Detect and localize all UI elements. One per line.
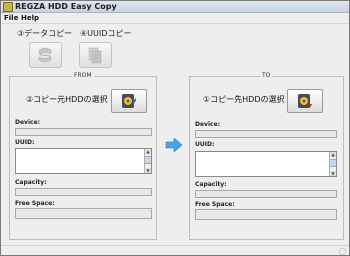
to-uuid-label: UUID: [195, 141, 215, 148]
uuid-copy-label: ④UUIDコピー [80, 29, 132, 38]
to-select-hdd-button[interactable] [287, 89, 323, 113]
from-uuid-textarea[interactable]: ▲ ▼ [15, 148, 152, 174]
app-window: REGZA HDD Easy Copy File Help ③データコピー ④U… [0, 0, 350, 256]
status-bar [1, 245, 349, 255]
uuid-copy-button[interactable] [79, 42, 112, 68]
scroll-down-icon[interactable]: ▼ [330, 171, 336, 176]
menu-bar: File Help [1, 13, 349, 24]
from-uuid-scrollbar[interactable]: ▲ ▼ [144, 149, 151, 173]
uuid-copy-icon [88, 47, 102, 64]
data-copy-label: ③データコピー [17, 29, 73, 38]
scroll-up-icon[interactable]: ▲ [145, 149, 151, 154]
to-free-space-field [195, 209, 337, 220]
from-select-label: ②コピー元HDDの選択 [26, 95, 108, 104]
data-copy-button[interactable] [29, 42, 62, 68]
from-uuid-label: UUID: [15, 139, 35, 146]
scroll-up-icon[interactable]: ▲ [330, 152, 336, 157]
window-title: REGZA HDD Easy Copy [15, 2, 117, 11]
to-device-field [195, 130, 337, 138]
from-panel: FROM ②コピー元HDDの選択 Device: UUID: ▲ ▼ Capac… [9, 72, 157, 240]
to-panel-title: TO [260, 72, 273, 79]
from-select-hdd-button[interactable] [111, 89, 147, 113]
to-uuid-scrollbar[interactable]: ▲ ▼ [329, 152, 336, 176]
to-capacity-field [195, 190, 337, 198]
to-uuid-textarea[interactable]: ▲ ▼ [195, 151, 337, 177]
to-panel: TO ①コピー先HDDの選択 Device: UUID: ▲ ▼ Capacit… [189, 72, 344, 240]
menu-help[interactable]: Help [21, 13, 39, 23]
arrow-right-icon [165, 138, 183, 152]
data-copy-icon [38, 47, 52, 63]
menu-file[interactable]: File [4, 13, 18, 23]
from-free-space-field [15, 208, 152, 219]
from-capacity-field [15, 188, 152, 196]
from-free-space-label: Free Space: [15, 200, 55, 207]
resize-grip-icon[interactable] [339, 248, 346, 255]
to-device-label: Device: [195, 121, 221, 128]
hdd-upload-icon [122, 94, 136, 108]
from-panel-title: FROM [72, 72, 94, 79]
to-free-space-label: Free Space: [195, 201, 235, 208]
scroll-thumb[interactable] [145, 156, 151, 164]
to-capacity-label: Capacity: [195, 181, 227, 188]
from-device-label: Device: [15, 119, 41, 126]
hdd-download-icon [298, 94, 312, 108]
from-device-field [15, 128, 152, 136]
from-capacity-label: Capacity: [15, 179, 47, 186]
scroll-down-icon[interactable]: ▼ [145, 168, 151, 173]
title-bar: REGZA HDD Easy Copy [1, 1, 349, 13]
app-icon [3, 2, 13, 12]
to-select-label: ①コピー先HDDの選択 [203, 95, 285, 104]
scroll-thumb[interactable] [330, 159, 336, 167]
